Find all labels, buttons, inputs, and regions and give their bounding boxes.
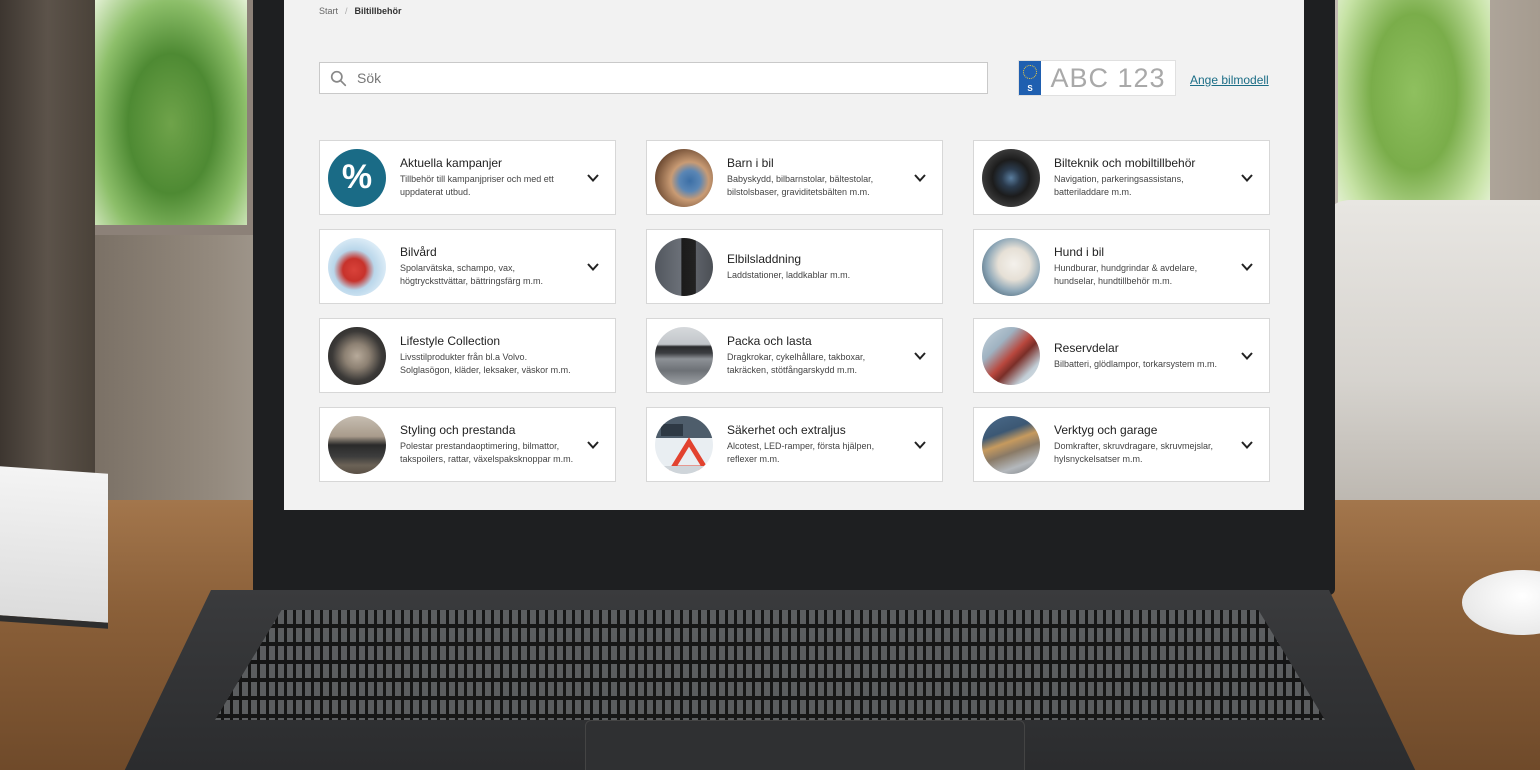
warning-triangle-image [655, 415, 713, 474]
book [0, 466, 108, 629]
background-curtain [0, 0, 95, 500]
category-description: Tillbehör till kampanjpriser och med ett… [400, 174, 554, 197]
chevron-down-icon[interactable] [912, 170, 928, 186]
category-title: Barn i bil [727, 156, 774, 171]
category-card[interactable]: Verktyg och garage Domkrafter, skruvdrag… [973, 407, 1270, 482]
category-title: Styling och prestanda [400, 423, 516, 438]
category-card[interactable]: Bilvård Spolarvätska, schampo, vax, högt… [319, 229, 616, 304]
breadcrumb-separator: / [345, 6, 348, 16]
tools-image [982, 415, 1040, 474]
laptop-screen: Start / Biltillbehör Sök S ABC 123 Ange … [284, 0, 1304, 510]
category-description: Dragkrokar, cykelhållare, takboxar, takr… [727, 352, 866, 375]
category-description: Hundburar, hundgrindar & avdelare, hunds… [1054, 263, 1198, 286]
background-window-left [95, 0, 255, 235]
search-icon [330, 70, 347, 86]
category-description: Polestar prestandaoptimering, bilmattor,… [400, 441, 574, 464]
category-description: Spolarvätska, schampo, vax, högtrycksttv… [400, 263, 544, 286]
wiper-image [982, 326, 1040, 385]
category-card[interactable]: % Aktuella kampanjer Tillbehör till kamp… [319, 140, 616, 215]
percent-icon: % [328, 148, 386, 207]
category-title: Elbilsladdning [727, 251, 802, 266]
warning-triangle-icon [655, 415, 713, 474]
category-description: Domkrafter, skruvdragare, skruvmejslar, … [1054, 441, 1214, 464]
category-card[interactable]: Hund i bil Hundburar, hundgrindar & avde… [973, 229, 1270, 304]
roofbox-car-image [655, 326, 713, 385]
chevron-down-icon[interactable] [912, 437, 928, 453]
eu-stars-icon [1023, 65, 1037, 79]
suv-image [328, 415, 386, 474]
category-card[interactable]: Packa och lasta Dragkrokar, cykelhållare… [646, 318, 943, 393]
background-window-right [1330, 0, 1490, 230]
dog-image [982, 237, 1040, 296]
category-description: Bilbatteri, glödlampor, torkarsystem m.m… [1054, 358, 1218, 369]
chevron-down-icon[interactable] [1239, 348, 1255, 364]
breadcrumb-current: Biltillbehör [354, 6, 402, 16]
dashboard-screen-image [982, 148, 1040, 207]
license-plate-number: ABC 123 [1050, 62, 1166, 93]
category-title: Lifestyle Collection [400, 334, 501, 349]
chevron-down-icon[interactable] [585, 170, 601, 186]
laptop-keyboard [215, 610, 1325, 720]
breadcrumb-home-link[interactable]: Start [319, 6, 338, 16]
eu-flag-icon: S [1019, 61, 1041, 95]
category-grid: % Aktuella kampanjer Tillbehör till kamp… [319, 140, 1270, 482]
chevron-down-icon[interactable] [585, 259, 601, 275]
category-card[interactable]: Säkerhet och extraljus Alcotest, LED-ram… [646, 407, 943, 482]
category-card[interactable]: Lifestyle Collection Livsstilprodukter f… [319, 318, 616, 393]
child-in-car-image [655, 148, 713, 207]
category-title: Aktuella kampanjer [400, 156, 503, 171]
category-description: Alcotest, LED-ramper, första hjälpen, re… [727, 441, 875, 464]
category-description: Livsstilprodukter från bl.a Volvo. Solgl… [400, 352, 571, 375]
category-card[interactable]: Elbilsladdning Laddstationer, laddkablar… [646, 229, 943, 304]
chevron-down-icon[interactable] [1239, 437, 1255, 453]
category-description: Navigation, parkeringsassistans, batteri… [1054, 174, 1184, 197]
category-card[interactable]: Bilteknik och mobiltillbehör Navigation,… [973, 140, 1270, 215]
category-description: Babyskydd, bilbarnstolar, bältestolar, b… [727, 174, 874, 197]
chevron-down-icon[interactable] [1239, 170, 1255, 186]
car-care-image [328, 237, 386, 296]
category-title: Hund i bil [1054, 245, 1105, 260]
category-title: Bilvård [400, 245, 437, 260]
category-card[interactable]: Reservdelar Bilbatteri, glödlampor, tork… [973, 318, 1270, 393]
charger-image [655, 237, 713, 296]
category-title: Bilteknik och mobiltillbehör [1054, 156, 1196, 171]
plate-country-code: S [1027, 84, 1033, 93]
chevron-down-icon[interactable] [1239, 259, 1255, 275]
chevron-down-icon[interactable] [585, 437, 601, 453]
category-card[interactable]: Styling och prestanda Polestar prestanda… [319, 407, 616, 482]
category-title: Packa och lasta [727, 334, 812, 349]
category-title: Reservdelar [1054, 340, 1119, 355]
search-input[interactable]: Sök [319, 62, 988, 94]
category-title: Säkerhet och extraljus [727, 423, 846, 438]
select-car-model-link[interactable]: Ange bilmodell [1190, 73, 1269, 87]
background-sofa [1320, 200, 1540, 500]
laptop-touchpad [585, 720, 1025, 770]
search-placeholder: Sök [357, 70, 382, 86]
category-description: Laddstationer, laddkablar m.m. [727, 269, 851, 280]
category-card[interactable]: Barn i bil Babyskydd, bilbarnstolar, bäl… [646, 140, 943, 215]
category-title: Verktyg och garage [1054, 423, 1158, 438]
breadcrumb: Start / Biltillbehör [319, 6, 402, 16]
lifestyle-image [328, 326, 386, 385]
license-plate-input[interactable]: S ABC 123 [1018, 60, 1176, 96]
chevron-down-icon[interactable] [912, 348, 928, 364]
